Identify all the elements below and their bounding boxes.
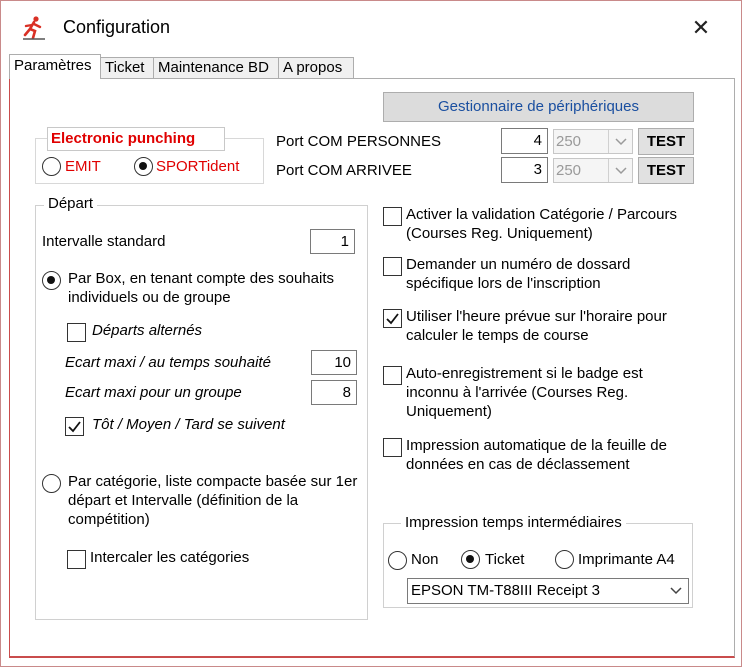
max-gap-wish-input[interactable]: 10 — [311, 350, 357, 375]
tab-a-propos[interactable]: A propos — [278, 57, 354, 78]
auto-register-label: Auto-enregistrement si le badge est inco… — [406, 365, 643, 420]
intercalate-label: Intercaler les catégories — [90, 549, 250, 566]
window-title: Configuration — [63, 17, 171, 37]
split-ticket-radio[interactable] — [461, 550, 480, 569]
tab-parametres[interactable]: Paramètres — [9, 54, 101, 79]
port-personnes-speed-select: 250 — [553, 129, 633, 154]
emit-radio[interactable] — [42, 157, 61, 176]
max-gap-group-label: Ecart maxi pour un groupe — [65, 384, 242, 401]
max-gap-wish-label: Ecart maxi / au temps souhaité — [65, 354, 271, 371]
checkmark-icon — [68, 421, 81, 433]
by-category-label: Par catégorie, liste compacte basée sur … — [68, 473, 358, 528]
port-arrivee-speed-value: 250 — [556, 162, 582, 179]
depart-legend: Départ — [44, 195, 98, 212]
configuration-window: Configuration ✕ Paramètres Ticket Mainte… — [0, 0, 742, 667]
split-ticket-label: Ticket — [485, 551, 525, 568]
printer-select[interactable]: EPSON TM-T88III Receipt 3 — [407, 578, 689, 604]
max-gap-group-input[interactable]: 8 — [311, 380, 357, 405]
device-manager-button[interactable]: Gestionnaire de périphériques — [383, 92, 694, 122]
alternated-checkbox[interactable] — [67, 323, 86, 342]
chevron-down-icon — [608, 159, 632, 182]
port-arrivee-label: Port COM ARRIVEE — [276, 162, 412, 179]
port-personnes-label: Port COM PERSONNES — [276, 133, 442, 150]
sportident-radio[interactable] — [134, 157, 153, 176]
tab-maintenance-bd[interactable]: Maintenance BD — [153, 57, 279, 78]
split-a4-label: Imprimante A4 — [578, 551, 675, 568]
split-a4-radio[interactable] — [555, 550, 574, 569]
printer-select-value: EPSON TM-T88III Receipt 3 — [411, 582, 600, 599]
port-arrivee-speed-select: 250 — [553, 158, 633, 183]
scheduled-time-label: Utiliser l'heure prévue sur l'horaire po… — [406, 308, 667, 344]
alternated-label: Départs alternés — [92, 322, 203, 339]
port-personnes-input[interactable]: 4 — [501, 128, 548, 154]
interval-label: Intervalle standard — [42, 233, 166, 250]
chevron-down-icon — [608, 130, 632, 153]
by-box-label: Par Box, en tenant compte des souhaits i… — [68, 270, 334, 306]
punching-title: Electronic punching — [51, 130, 196, 147]
title-bar: Configuration ✕ — [1, 1, 741, 55]
port-personnes-test-button[interactable]: TEST — [638, 128, 694, 155]
by-box-radio[interactable] — [42, 271, 61, 290]
emit-label: EMIT — [65, 158, 101, 175]
chevron-down-icon — [664, 579, 688, 603]
intercalate-checkbox[interactable] — [67, 550, 86, 569]
scheduled-time-checkbox[interactable] — [383, 309, 402, 328]
split-print-legend: Impression temps intermédiaires — [401, 514, 626, 531]
interval-input[interactable]: 1 — [310, 229, 355, 254]
early-mid-late-label: Tôt / Moyen / Tard se suivent — [92, 416, 285, 433]
split-none-radio[interactable] — [388, 551, 407, 570]
auto-register-checkbox[interactable] — [383, 366, 402, 385]
category-validation-label: Activer la validation Catégorie / Parcou… — [406, 206, 677, 242]
bib-number-checkbox[interactable] — [383, 257, 402, 276]
port-personnes-speed-value: 250 — [556, 133, 582, 150]
sportident-label: SPORTident — [156, 158, 240, 175]
auto-print-label: Impression automatique de la feuille de … — [406, 437, 667, 473]
bib-number-label: Demander un numéro de dossard spécifique… — [406, 256, 631, 292]
category-validation-checkbox[interactable] — [383, 207, 402, 226]
by-category-radio[interactable] — [42, 474, 61, 493]
checkmark-icon — [386, 313, 399, 325]
punching-title-box: Electronic punching — [47, 127, 225, 151]
port-arrivee-test-button[interactable]: TEST — [638, 157, 694, 184]
tab-ticket[interactable]: Ticket — [100, 57, 154, 78]
auto-print-checkbox[interactable] — [383, 438, 402, 457]
early-mid-late-checkbox[interactable] — [65, 417, 84, 436]
close-icon[interactable]: ✕ — [685, 13, 717, 43]
split-none-label: Non — [411, 551, 439, 568]
port-arrivee-input[interactable]: 3 — [501, 157, 548, 183]
runner-app-icon — [23, 16, 45, 40]
